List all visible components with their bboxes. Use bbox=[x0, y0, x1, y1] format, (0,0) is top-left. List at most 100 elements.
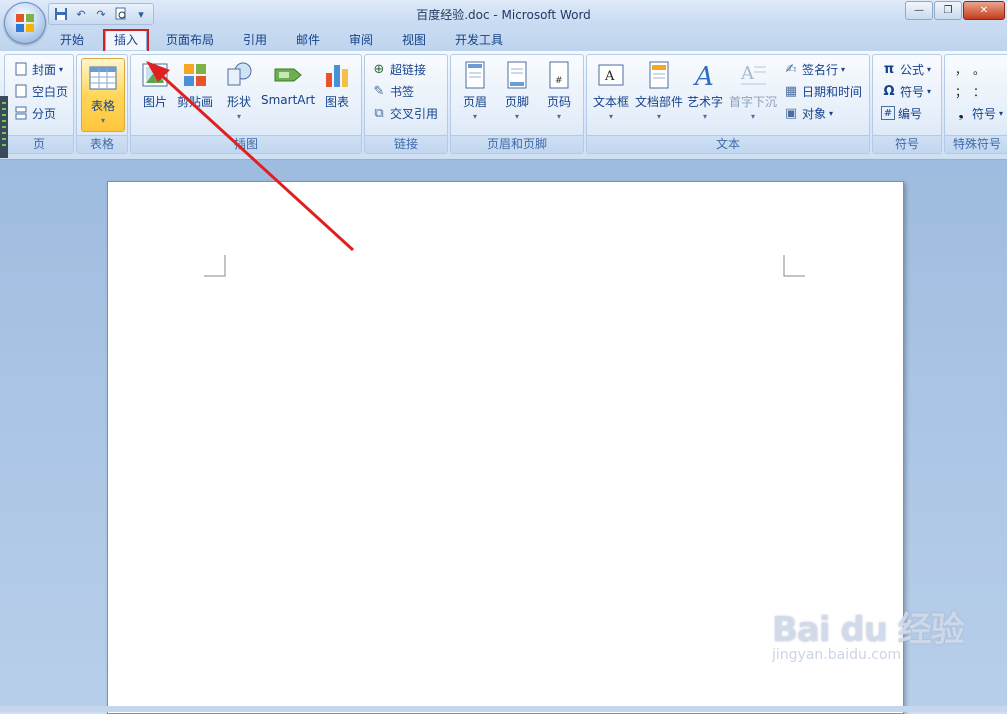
text-box-icon: A bbox=[598, 64, 624, 86]
clipart-icon bbox=[184, 64, 206, 86]
baidu-watermark: Bai du 经验 jingyan.baidu.com bbox=[772, 602, 965, 663]
tab-developer[interactable]: 开发工具 bbox=[447, 31, 511, 50]
close-button[interactable]: ✕ bbox=[963, 1, 1005, 20]
drop-cap-button: A 首字下沉 ▾ bbox=[729, 59, 777, 121]
group-header-footer: 页眉 ▾ 页脚 ▾ # 页码 ▾ 页眉和页脚 bbox=[450, 54, 584, 154]
group-label-special-symbols: 特殊符号 bbox=[945, 135, 1007, 153]
hyperlink-icon: ⊕ bbox=[373, 61, 385, 77]
group-label-links: 链接 bbox=[365, 135, 447, 153]
group-text: A 文本框 ▾ 文档部件 ▾ A 艺术字 ▾ A 首字下沉 ▾ ✍ 签名行 ▾ … bbox=[586, 54, 870, 154]
window-controls: — ❐ ✕ bbox=[905, 1, 1005, 20]
blank-page-icon bbox=[13, 83, 29, 99]
group-special-symbols: ， 。 ； ： ❟ 符号 ▾ 特殊符号 bbox=[944, 54, 1007, 154]
cross-reference-icon: ⧉ bbox=[374, 105, 384, 121]
drop-cap-icon: A bbox=[740, 63, 766, 85]
restore-button[interactable]: ❐ bbox=[934, 1, 962, 20]
office-button[interactable] bbox=[4, 2, 46, 44]
page-number-button[interactable]: # 页码 ▾ bbox=[543, 59, 575, 121]
table-button[interactable]: 表格 ▾ bbox=[81, 58, 125, 132]
bookmark-icon: ✎ bbox=[373, 83, 385, 99]
left-edge-widget bbox=[0, 96, 8, 158]
tab-view[interactable]: 视图 bbox=[394, 31, 434, 50]
shapes-button[interactable]: 形状 ▾ bbox=[223, 59, 255, 121]
text-box-button[interactable]: A 文本框 ▾ bbox=[593, 59, 629, 121]
bookmark-button[interactable]: ✎ 书签 bbox=[371, 81, 414, 101]
wordart-icon: A bbox=[693, 62, 714, 91]
group-links: ⊕ 超链接 ✎ 书签 ⧉ 交叉引用 链接 bbox=[364, 54, 448, 154]
ribbon: 封面 ▾ 空白页 分页 页 表格 ▾ 表格 图片 剪贴画 形状 ▾ SmartA… bbox=[0, 51, 1007, 160]
chart-button[interactable]: 图表 bbox=[321, 59, 353, 110]
shapes-icon bbox=[227, 62, 252, 86]
tab-references[interactable]: 引用 bbox=[235, 31, 275, 50]
pi-icon: π bbox=[883, 61, 895, 77]
semicolon-colon-buttons[interactable]: ； ： bbox=[955, 81, 985, 101]
tab-page-layout[interactable]: 页面布局 bbox=[158, 31, 222, 50]
tab-home[interactable]: 开始 bbox=[52, 31, 92, 50]
margin-corner-top-left bbox=[204, 255, 226, 277]
status-bar bbox=[0, 706, 1007, 712]
page-break-icon bbox=[13, 105, 29, 121]
picture-button[interactable]: 图片 bbox=[139, 59, 171, 110]
group-label-header-footer: 页眉和页脚 bbox=[451, 135, 583, 153]
numbering-button[interactable]: # 编号 bbox=[881, 103, 922, 123]
group-label-text: 文本 bbox=[587, 135, 869, 153]
object-button[interactable]: ▣ 对象 ▾ bbox=[783, 103, 833, 123]
equation-button[interactable]: π 公式 ▾ bbox=[881, 59, 931, 79]
blank-page-button[interactable]: 空白页 bbox=[13, 81, 68, 101]
special-symbol-icon: ❟ bbox=[958, 105, 964, 121]
svg-text:A: A bbox=[693, 62, 714, 91]
comma-period-buttons[interactable]: ， 。 bbox=[955, 59, 985, 79]
hyperlink-button[interactable]: ⊕ 超链接 bbox=[371, 59, 426, 79]
smartart-icon bbox=[274, 68, 302, 82]
customize-qat-icon[interactable]: ▾ bbox=[133, 6, 149, 22]
calendar-icon: ▦ bbox=[784, 83, 798, 99]
ribbon-tab-bar: 开始 插入 页面布局 引用 邮件 审阅 视图 开发工具 bbox=[0, 27, 1007, 51]
chart-icon bbox=[326, 65, 348, 87]
tab-mailings[interactable]: 邮件 bbox=[288, 31, 328, 50]
omega-icon: Ω bbox=[883, 83, 895, 99]
signature-line-icon: ✍ bbox=[785, 61, 797, 77]
group-label-tables: 表格 bbox=[77, 135, 127, 153]
object-icon: ▣ bbox=[784, 105, 798, 121]
special-symbol-button[interactable]: ❟ 符号 ▾ bbox=[953, 103, 1003, 123]
title-bar: 百度经验.doc - Microsoft Word ↶ ↷ ▾ — ❐ ✕ bbox=[0, 0, 1007, 27]
tab-review[interactable]: 审阅 bbox=[341, 31, 381, 50]
header-icon bbox=[465, 61, 485, 89]
save-icon[interactable] bbox=[53, 6, 69, 22]
signature-line-button[interactable]: ✍ 签名行 ▾ bbox=[783, 59, 845, 79]
group-symbols: π 公式 ▾ Ω 符号 ▾ # 编号 符号 bbox=[872, 54, 942, 154]
page-number-icon: # bbox=[549, 61, 569, 89]
group-label-pages: 页 bbox=[5, 135, 73, 153]
smartart-button[interactable]: SmartArt bbox=[261, 59, 315, 107]
cover-page-button[interactable]: 封面 ▾ bbox=[13, 59, 63, 79]
group-pages: 封面 ▾ 空白页 分页 页 bbox=[4, 54, 74, 154]
redo-icon[interactable]: ↷ bbox=[93, 6, 109, 22]
group-label-symbols: 符号 bbox=[873, 135, 941, 153]
quick-parts-icon bbox=[649, 61, 669, 89]
minimize-button[interactable]: — bbox=[905, 1, 933, 20]
symbol-button[interactable]: Ω 符号 ▾ bbox=[881, 81, 931, 101]
date-time-button[interactable]: ▦ 日期和时间 bbox=[783, 81, 862, 101]
picture-icon bbox=[142, 63, 168, 87]
watermark-brand: Bai du 经验 bbox=[772, 610, 965, 650]
undo-icon[interactable]: ↶ bbox=[73, 6, 89, 22]
svg-text:#: # bbox=[555, 76, 563, 86]
number-icon: # bbox=[881, 106, 895, 120]
margin-corner-top-right bbox=[783, 255, 805, 277]
cover-page-icon bbox=[13, 61, 29, 77]
quick-access-toolbar: ↶ ↷ ▾ bbox=[48, 3, 154, 25]
header-button[interactable]: 页眉 ▾ bbox=[459, 59, 491, 121]
wordart-button[interactable]: A 艺术字 ▾ bbox=[687, 59, 723, 121]
clipart-button[interactable]: 剪贴画 bbox=[177, 59, 213, 110]
group-tables: 表格 ▾ 表格 bbox=[76, 54, 128, 154]
table-icon bbox=[89, 66, 117, 90]
group-illustrations: 图片 剪贴画 形状 ▾ SmartArt 图表 插图 bbox=[130, 54, 362, 154]
office-logo-icon bbox=[16, 14, 34, 32]
quick-parts-button[interactable]: 文档部件 ▾ bbox=[635, 59, 683, 121]
insert-tab-highlight-box bbox=[103, 29, 149, 53]
page-break-button[interactable]: 分页 bbox=[13, 103, 56, 123]
cross-reference-button[interactable]: ⧉ 交叉引用 bbox=[371, 103, 438, 123]
footer-button[interactable]: 页脚 ▾ bbox=[501, 59, 533, 121]
footer-icon bbox=[507, 61, 527, 89]
print-preview-icon[interactable] bbox=[113, 6, 129, 22]
